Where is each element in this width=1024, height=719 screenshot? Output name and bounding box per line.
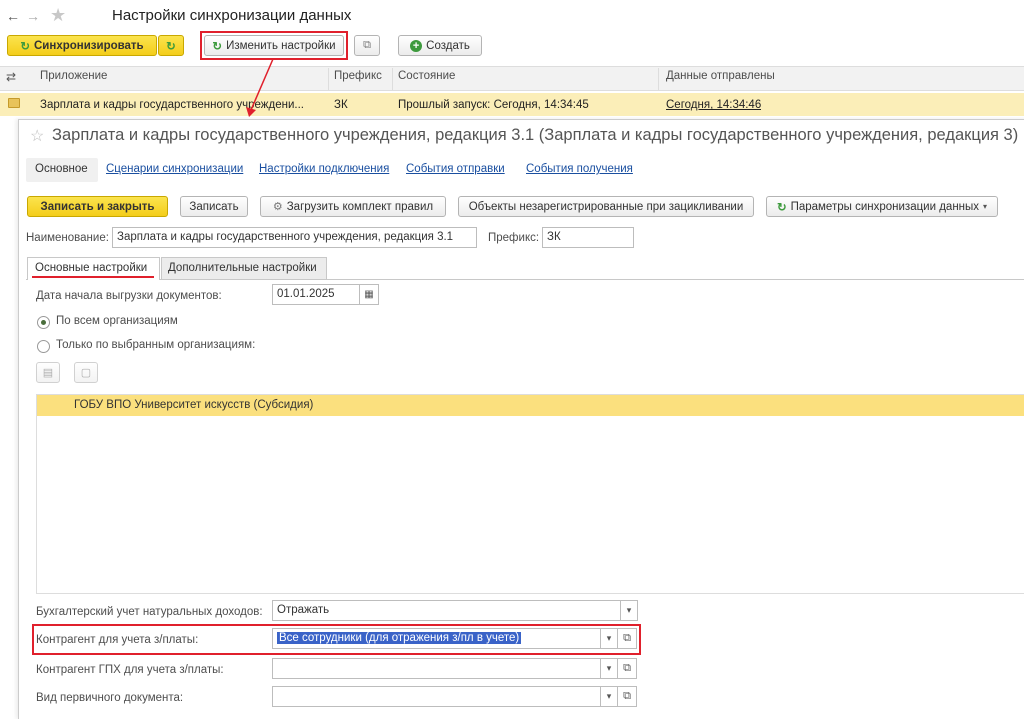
radio-all-orgs-label[interactable]: По всем организациям (56, 315, 178, 327)
doc-type-open[interactable]: ⧉ (617, 686, 637, 707)
synchronize-label: Синхронизировать (34, 39, 144, 52)
select-list-icon: ▤ (42, 367, 54, 379)
sync-icon: ↻ (20, 40, 30, 53)
gph-counterparty-label: Контрагент ГПХ для учета з/платы: (36, 664, 224, 676)
dropdown-arrow-icon: ▾ (983, 202, 988, 211)
name-label: Наименование: (26, 232, 109, 244)
chevron-down-icon: ▾ (606, 691, 612, 701)
synchronize-button[interactable]: ↻ Синхронизировать (7, 35, 157, 56)
natural-income-label: Бухгалтерский учет натуральных доходов: (36, 606, 263, 618)
col-header-state[interactable]: Состояние (398, 70, 455, 82)
sort-arrows-icon: ⇄ (6, 70, 17, 84)
row-folder-icon (8, 98, 20, 108)
start-date-label: Дата начала выгрузки документов: (36, 290, 222, 302)
load-rules-button[interactable]: ⚙ Загрузить комплект правил (260, 196, 446, 217)
tab-extra-label: Дополнительные настройки (168, 262, 317, 274)
sync-params-label: Параметры синхронизации данных (790, 200, 980, 213)
chevron-down-icon: ▾ (606, 633, 612, 643)
open-form-icon: ⧉ (623, 662, 631, 674)
org-list (36, 394, 1024, 594)
chevron-down-icon: ▾ (606, 663, 612, 673)
copy-icon: ⧉ (363, 39, 371, 51)
unregistered-objects-button[interactable]: Объекты незарегистрированные при зацикли… (458, 196, 754, 217)
window-title: Настройки синхронизации данных (112, 7, 352, 24)
rules-icon: ⚙ (272, 201, 283, 213)
chevron-down-icon: ▾ (626, 605, 632, 615)
open-form-icon: ⧉ (623, 632, 631, 644)
radio-selected-orgs-label[interactable]: Только по выбранным организациям: (56, 339, 255, 351)
tab-basic-underline (32, 276, 154, 278)
row-state: Прошлый запуск: Сегодня, 14:34:45 (398, 99, 589, 111)
clear-list-icon: ▢ (80, 367, 92, 379)
col-header-app[interactable]: Приложение (40, 70, 107, 82)
org-name: ГОБУ ВПО Университет искусств (Субсидия) (74, 399, 314, 411)
tabs-baseline (26, 279, 1024, 280)
counterparty-field[interactable]: Все сотрудники (для отражения з/пл в уче… (272, 628, 601, 649)
col-divider (658, 68, 659, 90)
calendar-button[interactable]: ▦ (359, 284, 379, 305)
form-title: Зарплата и кадры государственного учрежд… (52, 126, 1019, 144)
col-header-sent[interactable]: Данные отправлены (666, 70, 775, 82)
table-header (0, 66, 1024, 91)
back-arrow-button[interactable]: ← (6, 8, 22, 26)
sync-params-icon: ↻ (776, 201, 787, 214)
doc-type-dropdown[interactable]: ▾ (600, 686, 618, 707)
sync-check-button[interactable]: ↻ (158, 35, 184, 56)
gph-counterparty-dropdown[interactable]: ▾ (600, 658, 618, 679)
nav-connection-link[interactable]: Настройки подключения (259, 163, 389, 175)
save-button[interactable]: Записать (180, 196, 248, 217)
natural-income-select[interactable]: Отражать (272, 600, 621, 621)
doc-type-label: Вид первичного документа: (36, 692, 184, 704)
clear-orgs-button[interactable]: ▢ (74, 362, 98, 383)
prefix-label: Префикс: (488, 232, 540, 244)
counterparty-open[interactable]: ⧉ (617, 628, 637, 649)
sync-params-button[interactable]: ↻ Параметры синхронизации данных ▾ (766, 196, 998, 217)
tab-basic-label: Основные настройки (35, 262, 148, 274)
col-divider (328, 68, 329, 90)
row-sent-link[interactable]: Сегодня, 14:34:46 (666, 99, 761, 111)
counterparty-dropdown[interactable]: ▾ (600, 628, 618, 649)
select-orgs-button[interactable]: ▤ (36, 362, 60, 383)
change-settings-highlight (200, 31, 348, 60)
gph-counterparty-field[interactable] (272, 658, 601, 679)
create-label: Создать (426, 39, 470, 52)
calendar-icon: ▦ (364, 289, 374, 300)
name-field[interactable]: Зарплата и кадры государственного учрежд… (112, 227, 477, 248)
radio-selected-orgs[interactable] (37, 340, 50, 353)
plus-circle-icon: + (410, 39, 423, 52)
row-app-name[interactable]: Зарплата и кадры государственного учрежд… (40, 99, 325, 111)
col-divider (392, 68, 393, 90)
radio-all-orgs[interactable] (37, 316, 50, 329)
form-star-icon[interactable]: ☆ (30, 126, 44, 146)
start-date-field[interactable]: 01.01.2025 (272, 284, 360, 305)
open-form-icon: ⧉ (623, 690, 631, 702)
nav-main-label: Основное (35, 163, 88, 175)
load-rules-label: Загрузить комплект правил (286, 200, 434, 213)
save-and-close-button[interactable]: Записать и закрыть (27, 196, 168, 217)
doc-type-field[interactable] (272, 686, 601, 707)
natural-income-dropdown[interactable]: ▾ (620, 600, 638, 621)
prefix-field[interactable]: ЗК (542, 227, 634, 248)
col-header-prefix[interactable]: Префикс (334, 70, 382, 82)
nav-receive-events-link[interactable]: События получения (526, 163, 633, 175)
sync-check-icon: ↻ (166, 40, 176, 53)
counterparty-label: Контрагент для учета з/платы: (36, 634, 199, 646)
nav-scenarios-link[interactable]: Сценарии синхронизации (106, 163, 243, 175)
create-button[interactable]: + Создать (398, 35, 482, 56)
copy-button[interactable]: ⧉ (354, 35, 380, 56)
row-prefix: ЗК (334, 99, 348, 111)
nav-send-events-link[interactable]: События отправки (406, 163, 505, 175)
forward-arrow-button[interactable]: → (26, 8, 42, 26)
favorite-star-icon[interactable]: ★ (50, 5, 66, 26)
gph-counterparty-open[interactable]: ⧉ (617, 658, 637, 679)
counterparty-value: Все сотрудники (для отражения з/пл в уче… (277, 632, 522, 644)
